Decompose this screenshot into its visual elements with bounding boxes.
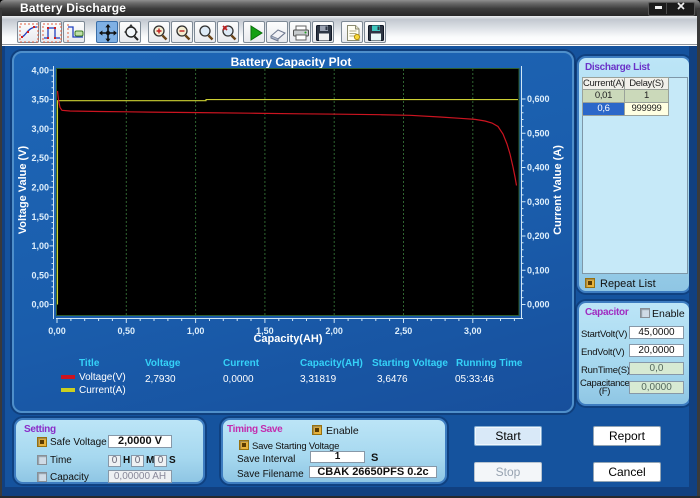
- svg-text:0,600: 0,600: [527, 94, 550, 104]
- svg-text:Voltage Value (V): Voltage Value (V): [17, 145, 29, 234]
- svg-text:0,50: 0,50: [118, 326, 136, 336]
- svg-text:0,400: 0,400: [527, 163, 550, 173]
- svg-text:2,00: 2,00: [31, 183, 49, 193]
- svg-text:0,100: 0,100: [527, 265, 550, 275]
- svg-text:1,50: 1,50: [31, 212, 49, 222]
- svg-text:3,00: 3,00: [464, 326, 482, 336]
- svg-text:1,00: 1,00: [31, 241, 49, 251]
- svg-text:Current Value (A): Current Value (A): [552, 145, 564, 235]
- svg-text:4,00: 4,00: [31, 65, 49, 75]
- svg-text:Capacity(AH): Capacity(AH): [253, 333, 322, 345]
- svg-text:2,50: 2,50: [31, 153, 49, 163]
- svg-text:0,00: 0,00: [31, 300, 49, 310]
- svg-text:1,00: 1,00: [187, 326, 205, 336]
- svg-text:0,200: 0,200: [527, 231, 550, 241]
- svg-text:0,500: 0,500: [527, 128, 550, 138]
- svg-text:2,50: 2,50: [395, 326, 413, 336]
- svg-text:0,000: 0,000: [527, 300, 550, 310]
- svg-text:0,50: 0,50: [31, 270, 49, 280]
- svg-text:3,00: 3,00: [31, 124, 49, 134]
- svg-text:0,00: 0,00: [48, 326, 66, 336]
- svg-text:2,00: 2,00: [325, 326, 343, 336]
- svg-text:0,300: 0,300: [527, 197, 550, 207]
- svg-text:3,50: 3,50: [31, 95, 49, 105]
